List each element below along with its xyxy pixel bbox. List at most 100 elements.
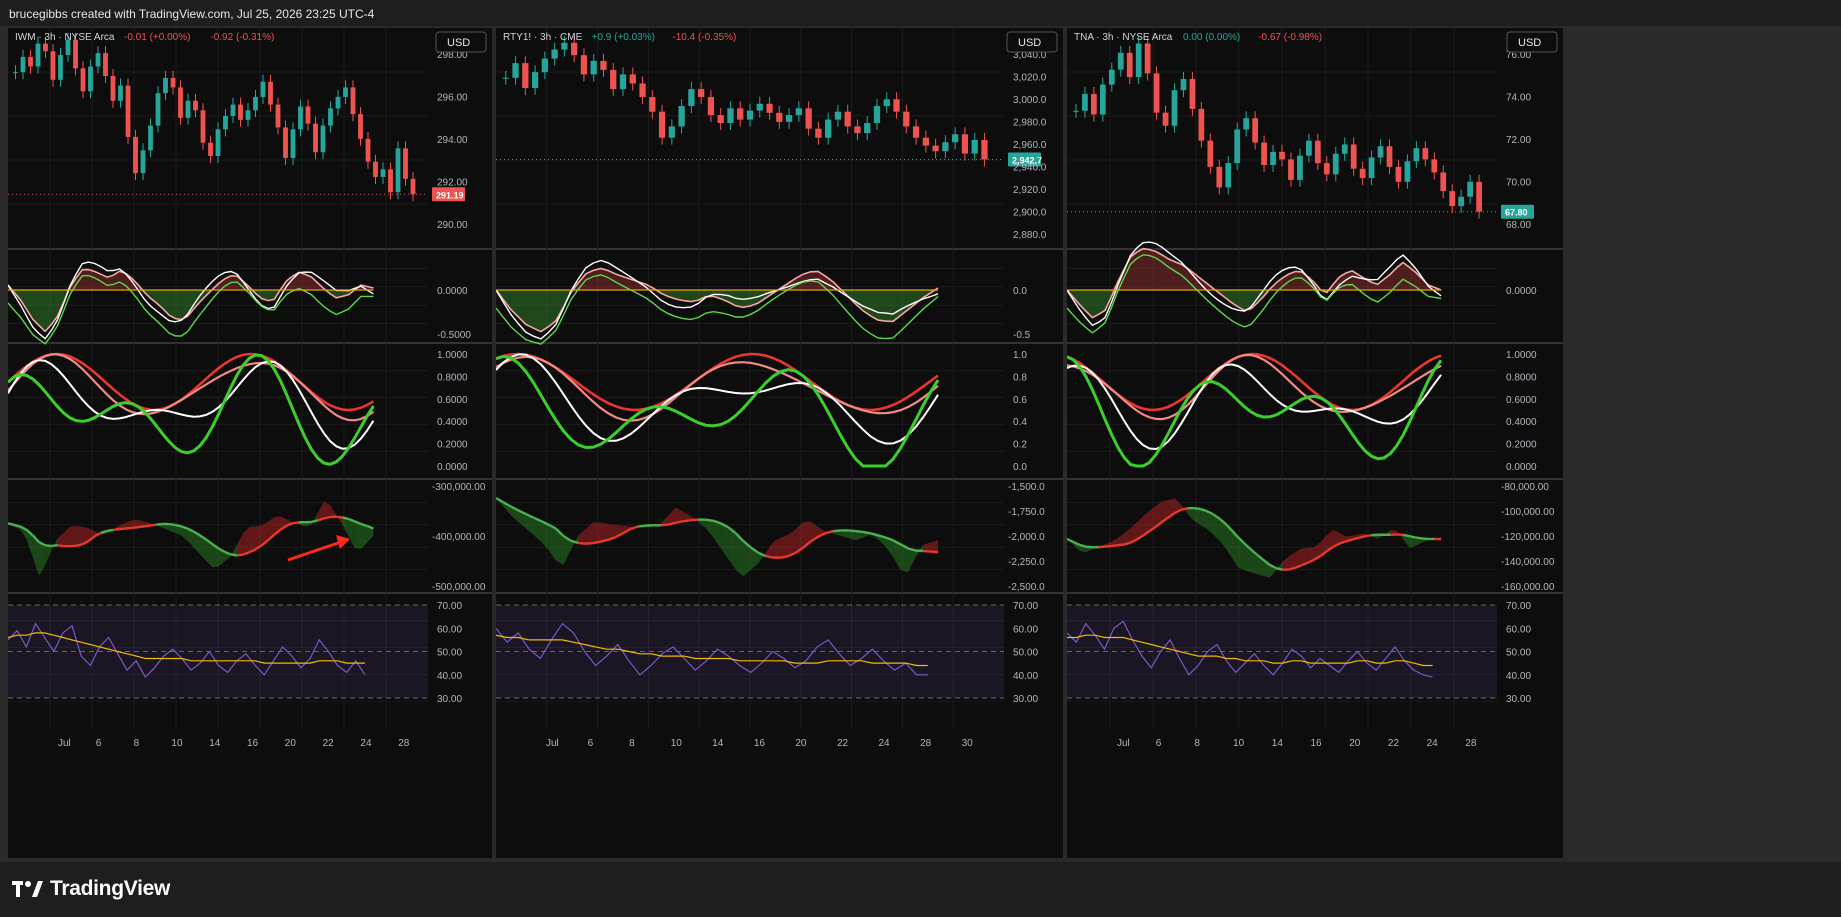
candle-body (1207, 140, 1214, 167)
sentiment-ma-line (922, 549, 931, 553)
candle-body (1323, 163, 1330, 175)
price-tick-label: 296.00 (437, 93, 468, 104)
candle-body (590, 60, 597, 75)
candle-body (649, 97, 656, 112)
chart-panel-iwm[interactable]: 291.19 298.00 296.00 294.00 292.00 290.00 USD I… (8, 28, 492, 858)
candle-body (785, 115, 793, 122)
sentiment-tick-label: -500,000.00 (432, 582, 486, 593)
chart-credit: brucegibbs created with TradingView.com,… (9, 7, 375, 21)
candle-body (932, 145, 939, 152)
rsi-tick-label: 70.00 (1013, 601, 1038, 612)
symbol-legend[interactable]: RTY1! · 3h · CME (503, 32, 583, 43)
sentiment-ma-line (125, 526, 132, 530)
sentiment-fill (348, 518, 355, 548)
x-tick-label: Jul (58, 738, 71, 749)
sentiment-fill (1187, 508, 1194, 521)
chart-panel-rty[interactable]: 2,942.7 3,040.0 3,020.0 3,000.0 2,980.0 2,960… (496, 28, 1063, 858)
tll-tick-label: 0.4000 (437, 417, 468, 428)
irreg-tick-label: -0.5 (1013, 330, 1031, 341)
chart-panel-tna[interactable]: 67.80 76.00 74.00 72.00 70.00 68.00 USD TNA · 3… (1067, 28, 1563, 858)
candle-body (350, 87, 356, 115)
candle-body (185, 100, 191, 118)
candle-body (756, 103, 763, 111)
sentiment-fill (237, 533, 244, 556)
sentiment-ma-line (1364, 533, 1372, 538)
candle-body (80, 68, 86, 92)
sentiment-ma-line (638, 524, 646, 528)
sentiment-ma-line (150, 523, 157, 527)
x-tick-label: 8 (134, 738, 140, 749)
candle-body (260, 81, 266, 97)
price-tick-label: 2,920.0 (1013, 185, 1047, 196)
candle-body (1073, 110, 1079, 112)
candle-body (305, 106, 311, 124)
candle-body (903, 111, 910, 127)
x-tick-label: 22 (837, 738, 849, 749)
candle-body (698, 89, 705, 98)
sentiment-tick-label: -120,000.00 (1501, 532, 1555, 543)
sentiment-ma-line (144, 524, 151, 528)
candle-body (1162, 112, 1169, 126)
candle-body (629, 74, 636, 84)
candle-body (1314, 140, 1321, 164)
candle-body (410, 178, 416, 195)
rsi-tick-label: 50.00 (1013, 648, 1038, 659)
rsi-tick-label: 70.00 (437, 601, 462, 612)
candle-body (707, 97, 715, 116)
candle-body (854, 126, 861, 134)
candle-body (1117, 52, 1124, 70)
sentiment-tick-label: -2,000.0 (1008, 532, 1045, 543)
candle-body (275, 104, 281, 128)
price-tick-label: 2,960.0 (1013, 140, 1047, 151)
sentiment-fill (720, 523, 729, 559)
sentiment-ma-line (1358, 535, 1366, 540)
candle-body (13, 72, 18, 74)
candle-body (373, 161, 378, 177)
tll-tick-label: 0.2 (1013, 440, 1027, 451)
price-tick-label: 70.00 (1506, 178, 1531, 189)
x-tick-label: 28 (1465, 738, 1477, 749)
price-tick-label: 294.00 (437, 135, 468, 146)
change-daily: -10.4 (-0.35%) (672, 32, 736, 43)
candle-body (1413, 148, 1420, 162)
sentiment-ma-line (336, 515, 343, 519)
irreg-tick-label: 0.0000 (1506, 286, 1537, 297)
candle-body (619, 74, 627, 90)
sentiment-tick-label: -160,000.00 (1501, 582, 1555, 593)
candle-body (245, 110, 251, 120)
x-tick-label: 8 (629, 738, 635, 749)
candle-body (668, 126, 675, 138)
candle-body (230, 104, 236, 116)
candle-body (170, 77, 176, 88)
candle-body (403, 148, 408, 179)
sentiment-ma-line (855, 529, 864, 534)
tradingview-logo[interactable]: TradingView (12, 877, 170, 901)
top-bar: brucegibbs created with TradingView.com,… (0, 0, 1841, 26)
sentiment-ma-line (323, 515, 331, 520)
price-tick-label: 74.00 (1506, 93, 1531, 104)
sentiment-ma-line (1085, 545, 1093, 549)
candle-body (1234, 129, 1241, 164)
x-tick-label: Jul (1117, 738, 1130, 749)
x-tick-label: 28 (398, 738, 410, 749)
symbol-legend[interactable]: IWM · 3h · NYSE Arca (15, 32, 115, 43)
candle-body (1288, 159, 1294, 180)
candle-body (502, 77, 509, 79)
x-tick-label: 10 (171, 738, 183, 749)
sentiment-ma-line (1111, 544, 1118, 548)
candle-body (1476, 181, 1482, 212)
symbol-legend[interactable]: TNA · 3h · NYSE Arca (1074, 32, 1173, 43)
currency-label[interactable]: USD (447, 37, 470, 49)
rsi-tick-label: 30.00 (1013, 694, 1038, 705)
sentiment-fill (593, 522, 601, 543)
sentiment-ma-line (1117, 543, 1125, 547)
currency-label[interactable]: USD (1018, 37, 1041, 49)
panel-svg: 291.19298.00296.00294.00292.00290.00USDI… (8, 28, 492, 749)
sentiment-tick-label: -2,500.0 (1008, 582, 1045, 593)
sentiment-ma-line (131, 526, 139, 530)
sentiment-ma-line (585, 541, 594, 545)
x-tick-label: 8 (1194, 738, 1200, 749)
currency-label[interactable]: USD (1518, 37, 1541, 49)
candle-body (981, 139, 988, 160)
sentiment-ma-line (51, 543, 58, 548)
